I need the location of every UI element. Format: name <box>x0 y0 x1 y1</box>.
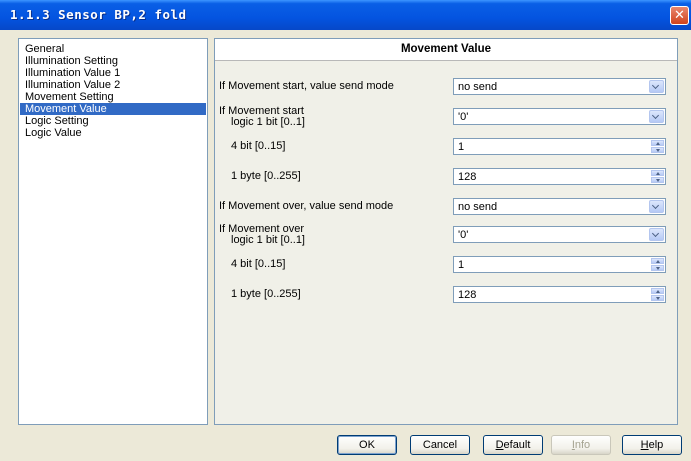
info-button: Info <box>551 435 611 455</box>
nav-item-movement-setting[interactable]: Movement Setting <box>20 91 114 103</box>
nav-item-logic-setting[interactable]: Logic Setting <box>20 115 89 127</box>
start-1byte-label: 1 byte [0..255] <box>231 170 301 182</box>
start-send-mode-label: If Movement start, value send mode <box>219 80 394 92</box>
default-button-mnemonic: D <box>495 439 504 451</box>
panel-body: If Movement start, value send mode no se… <box>215 61 677 424</box>
parameter-panel: Movement Value If Movement start, value … <box>214 38 678 425</box>
title-bar[interactable]: 1.1.3 Sensor BP,2 fold ✕ <box>0 0 691 30</box>
start-4bit-value: 1 <box>458 141 465 153</box>
start-1byte-spinner[interactable]: 128 <box>453 168 666 185</box>
start-4bit-spinner[interactable]: 1 <box>453 138 666 155</box>
over-logic-value: '0' <box>458 229 469 241</box>
window-title: 1.1.3 Sensor BP,2 fold <box>10 7 187 22</box>
parameter-dialog: 1.1.3 Sensor BP,2 fold ✕ General Illumin… <box>0 0 691 461</box>
nav-item-movement-value[interactable]: Movement Value <box>20 103 206 115</box>
spin-up-icon[interactable] <box>651 140 664 146</box>
start-logic-value: '0' <box>458 111 469 123</box>
chevron-down-icon[interactable] <box>649 228 664 241</box>
start-1byte-value: 128 <box>458 171 477 183</box>
spin-down-icon[interactable] <box>651 295 664 301</box>
close-button[interactable]: ✕ <box>670 6 689 25</box>
nav-item-illumination-setting[interactable]: Illumination Setting <box>20 55 118 67</box>
chevron-down-icon[interactable] <box>649 200 664 213</box>
close-icon: ✕ <box>674 8 685 23</box>
over-1byte-spinner[interactable]: 128 <box>453 286 666 303</box>
over-1byte-value: 128 <box>458 289 477 301</box>
help-button[interactable]: Help <box>622 435 682 455</box>
chevron-down-icon[interactable] <box>649 80 664 93</box>
spin-up-icon[interactable] <box>651 170 664 176</box>
chevron-down-icon[interactable] <box>649 110 664 123</box>
nav-item-illumination-value-1[interactable]: Illumination Value 1 <box>20 67 120 79</box>
spin-down-icon[interactable] <box>651 147 664 153</box>
spin-down-icon[interactable] <box>651 265 664 271</box>
nav-item-illumination-value-2[interactable]: Illumination Value 2 <box>20 79 120 91</box>
spin-buttons[interactable] <box>651 170 664 183</box>
over-logic-range-label: logic 1 bit [0..1] <box>231 234 305 246</box>
over-send-mode-select[interactable]: no send <box>453 198 666 215</box>
spin-buttons[interactable] <box>651 258 664 271</box>
spin-buttons[interactable] <box>651 288 664 301</box>
spin-up-icon[interactable] <box>651 258 664 264</box>
start-logic-select[interactable]: '0' <box>453 108 666 125</box>
info-button-label: nfo <box>574 439 591 451</box>
spin-buttons[interactable] <box>651 140 664 153</box>
spin-down-icon[interactable] <box>651 177 664 183</box>
over-send-mode-label: If Movement over, value send mode <box>219 200 394 212</box>
parameter-page-list[interactable]: General Illumination Setting Illuminatio… <box>18 38 208 425</box>
start-send-mode-select[interactable]: no send <box>453 78 666 95</box>
spin-up-icon[interactable] <box>651 288 664 294</box>
ok-button[interactable]: OK <box>337 435 397 455</box>
over-4bit-label: 4 bit [0..15] <box>231 258 286 270</box>
over-1byte-label: 1 byte [0..255] <box>231 288 301 300</box>
default-button-label: efault <box>503 439 531 451</box>
start-4bit-label: 4 bit [0..15] <box>231 140 286 152</box>
cancel-button[interactable]: Cancel <box>410 435 470 455</box>
start-logic-range-label: logic 1 bit [0..1] <box>231 116 305 128</box>
over-logic-select[interactable]: '0' <box>453 226 666 243</box>
nav-item-logic-value[interactable]: Logic Value <box>20 127 82 139</box>
nav-item-general[interactable]: General <box>20 43 64 55</box>
default-button[interactable]: Default <box>483 435 543 455</box>
over-send-mode-value: no send <box>458 201 498 213</box>
panel-title: Movement Value <box>215 39 677 61</box>
start-send-mode-value: no send <box>458 81 498 93</box>
help-button-mnemonic: H <box>640 439 649 451</box>
over-4bit-value: 1 <box>458 259 465 271</box>
over-4bit-spinner[interactable]: 1 <box>453 256 666 273</box>
help-button-label: elp <box>648 439 664 451</box>
